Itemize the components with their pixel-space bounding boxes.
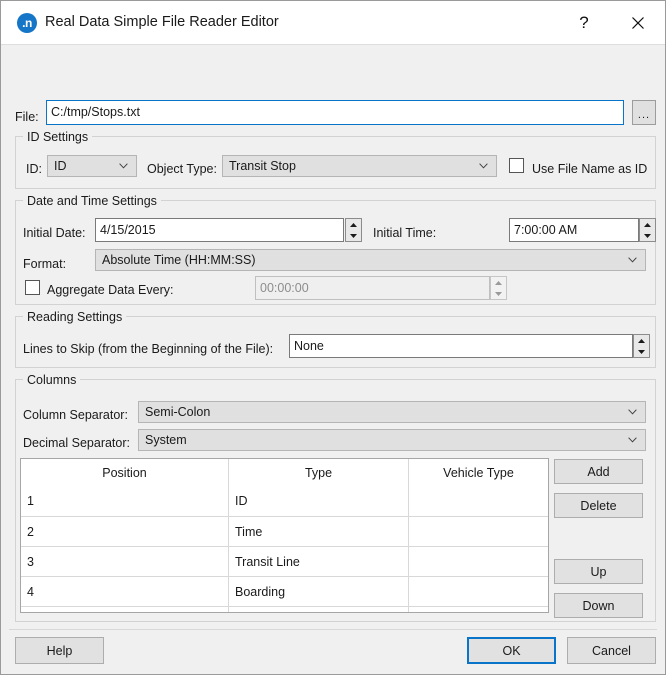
initial-date-spinner[interactable] [345,218,362,242]
initial-time-input[interactable]: 7:00:00 AM [509,218,639,242]
cell-position: 5 [21,607,229,612]
lines-to-skip-input[interactable]: None [289,334,633,358]
cell-type[interactable]: ID [229,486,409,516]
initial-time-spinner[interactable] [639,218,656,242]
dialog-body: File: C:/tmp/Stops.txt ... ID Settings I… [1,45,665,674]
cell-position: 4 [21,577,229,606]
table-header-row: Position Type Vehicle Type [21,459,548,486]
columns-table: Position Type Vehicle Type 1 ID 2 Time 3… [20,458,549,613]
cell-type[interactable]: Alighting [229,607,409,612]
file-label: File: [15,110,39,124]
header-vehicle-type: Vehicle Type [443,465,514,480]
footer-divider [9,629,657,630]
window-title: Real Data Simple File Reader Editor [45,14,279,30]
chevron-down-icon [479,163,488,169]
spinner-up-icon[interactable] [640,219,655,230]
app-circle-n-icon: .n [17,13,37,33]
cell-vehicle-type[interactable] [409,517,548,546]
chevron-down-icon [628,257,637,263]
id-label: ID: [26,162,42,176]
spinner-up-icon [491,277,506,288]
table-row[interactable]: 5 Alighting [21,606,548,612]
chevron-down-icon [628,437,637,443]
header-type: Type [229,459,409,486]
object-type-label: Object Type: [147,162,217,176]
decimal-separator-select[interactable]: System [138,429,646,451]
aggregate-interval-input: 00:00:00 [255,276,490,300]
title-help-button[interactable]: ? [561,1,607,44]
cell-vehicle-type[interactable] [409,577,548,606]
close-icon[interactable] [615,1,661,44]
browse-dots-icon: ... [637,109,651,121]
move-down-button[interactable]: Down [554,593,643,618]
table-row[interactable]: 4 Boarding [21,576,548,606]
format-value: Absolute Time (HH:MM:SS) [102,253,256,267]
add-row-button[interactable]: Add [554,459,643,484]
browse-file-button[interactable]: ... [632,100,656,125]
title-bar: .n Real Data Simple File Reader Editor ? [1,1,665,45]
decimal-separator-label: Decimal Separator: [23,436,130,450]
chevron-down-icon [119,163,128,169]
column-separator-value: Semi-Colon [145,405,211,419]
table-row[interactable]: 3 Transit Line [21,546,548,576]
initial-date-input[interactable]: 4/15/2015 [95,218,344,242]
lines-to-skip-spinner[interactable] [633,334,650,358]
lines-to-skip-label: Lines to Skip (from the Beginning of the… [23,342,274,356]
decimal-separator-value: System [145,433,187,447]
cell-vehicle-type[interactable] [409,607,548,612]
dialog-window: .n Real Data Simple File Reader Editor ?… [0,0,666,675]
cell-type[interactable]: Boarding [229,577,409,606]
delete-row-button[interactable]: Delete [554,493,643,518]
aggregate-interval-spinner [490,276,507,300]
reading-settings-title: Reading Settings [23,311,127,324]
columns-title: Columns [23,374,81,387]
format-label: Format: [23,257,67,271]
file-path-input[interactable]: C:/tmp/Stops.txt [46,100,624,125]
help-button[interactable]: Help [15,637,104,664]
cell-vehicle-type[interactable] [409,547,548,576]
spinner-up-icon[interactable] [346,219,361,230]
use-file-name-as-id-checkbox[interactable] [509,158,524,173]
cell-position: 2 [21,517,229,546]
table-row[interactable]: 1 ID [21,486,548,516]
cell-position: 1 [21,486,229,516]
cancel-button[interactable]: Cancel [567,637,656,664]
aggregate-data-label: Aggregate Data Every: [47,283,174,297]
spinner-up-icon[interactable] [634,335,649,346]
app-icon-glyph: .n [22,16,32,30]
header-position: Position [21,459,229,486]
spinner-down-icon[interactable] [640,230,655,241]
format-select[interactable]: Absolute Time (HH:MM:SS) [95,249,646,271]
ok-button[interactable]: OK [467,637,556,664]
spinner-down-icon [491,288,506,299]
chevron-down-icon [628,409,637,415]
use-file-name-as-id-label: Use File Name as ID [532,162,648,176]
object-type-select[interactable]: Transit Stop [222,155,497,177]
id-select-value: ID [54,159,67,173]
move-up-button[interactable]: Up [554,559,643,584]
initial-date-label: Initial Date: [23,226,86,240]
object-type-value: Transit Stop [229,159,296,173]
initial-time-label: Initial Time: [373,226,437,240]
id-settings-title: ID Settings [23,131,93,144]
id-select[interactable]: ID [47,155,137,177]
cell-type[interactable]: Transit Line [229,547,409,576]
table-row[interactable]: 2 Time [21,516,548,546]
cell-position: 3 [21,547,229,576]
cell-type[interactable]: Time [229,517,409,546]
aggregate-data-checkbox[interactable] [25,280,40,295]
cell-vehicle-type[interactable] [409,486,548,516]
spinner-down-icon[interactable] [346,230,361,241]
column-separator-label: Column Separator: [23,408,128,422]
datetime-settings-title: Date and Time Settings [23,195,161,208]
column-separator-select[interactable]: Semi-Colon [138,401,646,423]
spinner-down-icon[interactable] [634,346,649,357]
